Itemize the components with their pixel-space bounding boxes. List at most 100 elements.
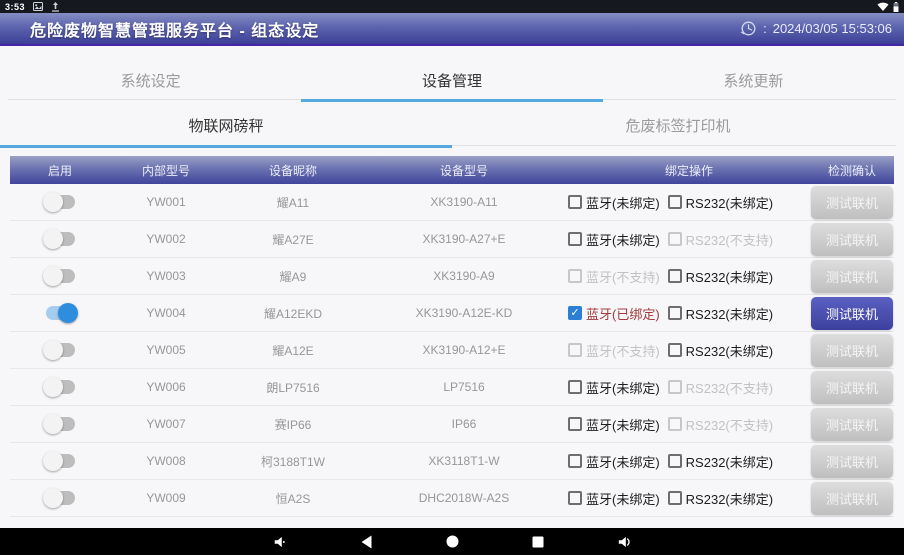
device-model-text: XK3190-A9 [364,269,564,283]
rs232-option[interactable]: RS232(未绑定) [668,341,773,360]
bluetooth-label: 蓝牙(已绑定) [586,304,660,323]
table-row: YW009 恒A2S DHC2018W-A2S 蓝牙(未绑定) RS232(未绑… [10,480,894,517]
table-row: YW004 耀A12EKD XK3190-A12E-KD 蓝牙(已绑定) RS2… [10,295,894,332]
internal-model-text: YW002 [110,232,222,246]
table-body: YW001 耀A11 XK3190-A11 蓝牙(未绑定) RS232(未绑定)… [10,184,894,517]
bluetooth-checkbox[interactable] [568,491,582,505]
test-connect-button[interactable]: 测试联机 [811,408,893,441]
internal-model-text: YW003 [110,269,222,283]
bluetooth-option[interactable]: 蓝牙(未绑定) [568,378,660,397]
enable-toggle[interactable] [43,303,78,323]
table-row: YW005 耀A12E XK3190-A12+E 蓝牙(不支持) RS232(未… [10,332,894,369]
toggle-thumb [43,340,63,360]
rs232-checkbox[interactable] [668,269,682,283]
bluetooth-checkbox[interactable] [568,269,582,283]
device-nickname-text: 耀A12EKD [222,305,364,322]
rs232-label: RS232(不支持) [686,230,773,249]
bluetooth-option[interactable]: 蓝牙(不支持) [568,267,660,286]
rs232-checkbox[interactable] [668,343,682,357]
enable-toggle[interactable] [43,340,78,360]
device-table: 启用 内部型号 设备昵称 设备型号 绑定操作 检测确认 YW001 耀A11 X… [10,156,894,517]
bluetooth-option[interactable]: 蓝牙(未绑定) [568,230,660,249]
home-icon[interactable] [444,534,460,550]
bluetooth-option[interactable]: 蓝牙(未绑定) [568,415,660,434]
title-bar: 危险废物智慧管理服务平台 - 组态设定 : 2024/03/05 15:53:0… [0,13,904,46]
tab-label-printer[interactable]: 危废标签打印机 [452,102,904,148]
test-connect-button[interactable]: 测试联机 [811,186,893,219]
page-title: 危险废物智慧管理服务平台 - 组态设定 [30,17,319,41]
test-connect-button[interactable]: 测试联机 [811,297,893,330]
bluetooth-checkbox[interactable] [568,343,582,357]
bluetooth-checkbox[interactable] [568,417,582,431]
rs232-option[interactable]: RS232(未绑定) [668,452,773,471]
volume-up-icon[interactable] [616,534,632,550]
bluetooth-option[interactable]: 蓝牙(未绑定) [568,489,660,508]
back-icon[interactable] [358,534,374,550]
tab-system-settings[interactable]: 系统设定 [0,58,301,102]
test-connect-button[interactable]: 测试联机 [811,334,893,367]
device-nickname-text: 柯3188T1W [222,453,364,470]
navigation-bar [0,528,904,555]
bluetooth-checkbox[interactable] [568,454,582,468]
table-row: YW008 柯3188T1W XK3118T1-W 蓝牙(未绑定) RS232(… [10,443,894,480]
enable-toggle[interactable] [43,488,78,508]
tab-system-update[interactable]: 系统更新 [603,58,904,102]
bluetooth-label: 蓝牙(未绑定) [586,415,660,434]
volume-down-icon[interactable] [272,534,288,550]
status-time: 3:53 [5,2,25,12]
bluetooth-option[interactable]: 蓝牙(已绑定) [568,304,660,323]
rs232-option[interactable]: RS232(未绑定) [668,489,773,508]
rs232-option[interactable]: RS232(不支持) [668,230,773,249]
enable-toggle[interactable] [43,451,78,471]
internal-model-text: YW005 [110,343,222,357]
bluetooth-checkbox[interactable] [568,306,582,320]
enable-toggle[interactable] [43,414,78,434]
bluetooth-checkbox[interactable] [568,232,582,246]
table-header: 启用 内部型号 设备昵称 设备型号 绑定操作 检测确认 [10,156,894,184]
test-connect-button[interactable]: 测试联机 [811,260,893,293]
device-nickname-text: 耀A9 [222,268,364,285]
datetime-text: 2024/03/05 15:53:06 [773,21,892,36]
toggle-thumb [43,451,63,471]
test-connect-button[interactable]: 测试联机 [811,371,893,404]
test-connect-button[interactable]: 测试联机 [811,223,893,256]
toggle-thumb [43,488,63,508]
device-model-text: IP66 [364,417,564,431]
bluetooth-option[interactable]: 蓝牙(未绑定) [568,452,660,471]
device-nickname-text: 耀A12E [222,342,364,359]
rs232-option[interactable]: RS232(未绑定) [668,267,773,286]
enable-toggle[interactable] [43,377,78,397]
header-device-model: 设备型号 [364,162,564,179]
toggle-thumb [43,414,63,434]
rs232-checkbox[interactable] [668,380,682,394]
table-row: YW002 耀A27E XK3190-A27+E 蓝牙(未绑定) RS232(不… [10,221,894,258]
bluetooth-option[interactable]: 蓝牙(不支持) [568,341,660,360]
rs232-label: RS232(不支持) [686,415,773,434]
toggle-thumb [43,229,63,249]
table-row: YW003 耀A9 XK3190-A9 蓝牙(不支持) RS232(未绑定) 测… [10,258,894,295]
rs232-checkbox[interactable] [668,454,682,468]
enable-toggle[interactable] [43,266,78,286]
enable-toggle[interactable] [43,229,78,249]
rs232-option[interactable]: RS232(不支持) [668,378,773,397]
rs232-option[interactable]: RS232(未绑定) [668,193,773,212]
recents-icon[interactable] [530,534,546,550]
bluetooth-checkbox[interactable] [568,380,582,394]
enable-toggle[interactable] [43,192,78,212]
bluetooth-option[interactable]: 蓝牙(未绑定) [568,193,660,212]
tab-iot-scale[interactable]: 物联网磅秤 [0,102,452,148]
tab-device-management[interactable]: 设备管理 [301,58,602,102]
test-connect-button[interactable]: 测试联机 [811,482,893,515]
rs232-checkbox[interactable] [668,195,682,209]
bluetooth-checkbox[interactable] [568,195,582,209]
rs232-option[interactable]: RS232(未绑定) [668,304,773,323]
test-connect-button[interactable]: 测试联机 [811,445,893,478]
bluetooth-label: 蓝牙(不支持) [586,341,660,360]
toggle-thumb [43,266,63,286]
rs232-label: RS232(未绑定) [686,452,773,471]
rs232-checkbox[interactable] [668,417,682,431]
rs232-checkbox[interactable] [668,232,682,246]
rs232-checkbox[interactable] [668,306,682,320]
rs232-checkbox[interactable] [668,491,682,505]
rs232-option[interactable]: RS232(不支持) [668,415,773,434]
